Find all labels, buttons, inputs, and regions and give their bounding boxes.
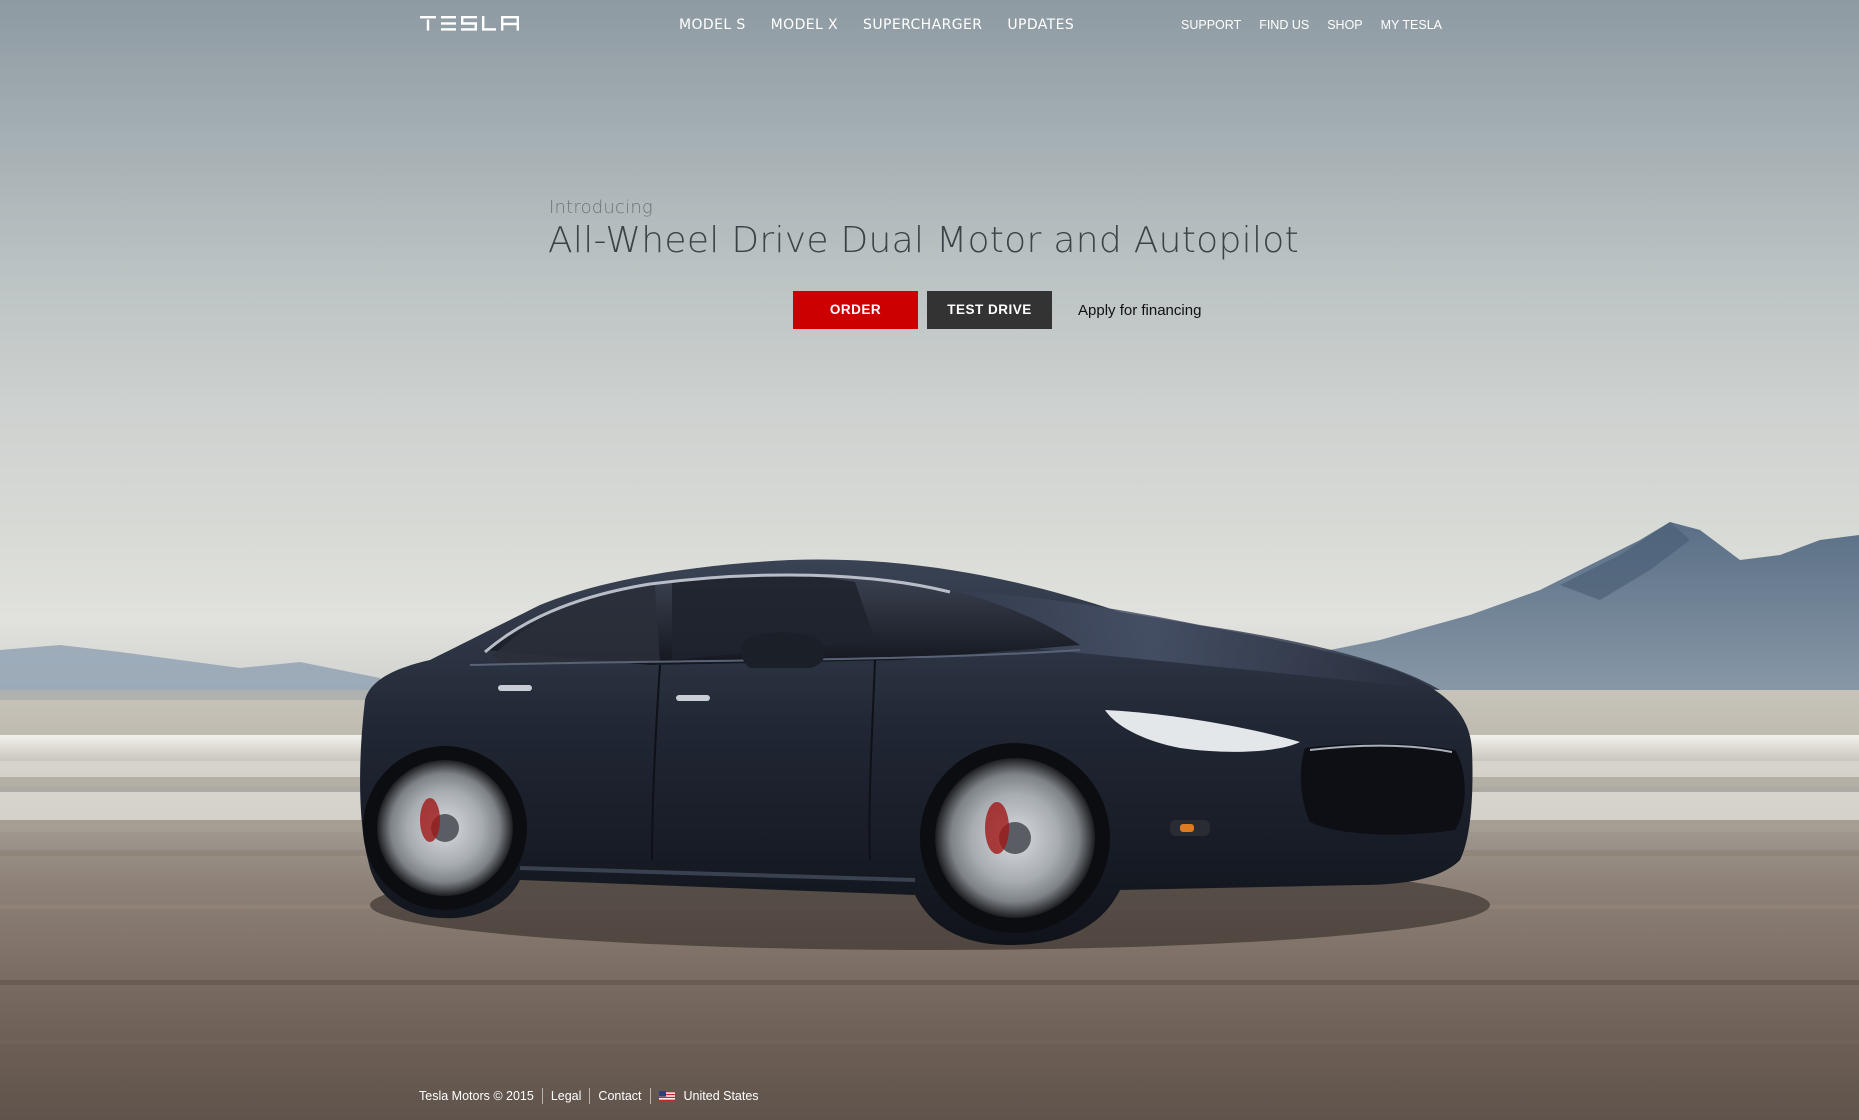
footer-divider	[541, 1088, 543, 1104]
hero-eyebrow: Introducing	[549, 197, 653, 218]
copyright-text: Tesla Motors © 2015	[419, 1089, 534, 1103]
footer-divider	[589, 1088, 591, 1104]
footer-divider	[649, 1088, 651, 1104]
hero-headline: All-Wheel Drive Dual Motor and Autopilot	[548, 220, 1300, 261]
hero-cta-group: ORDER TEST DRIVE Apply for financing	[793, 291, 1201, 329]
page: MODEL S MODEL X SUPERCHARGER UPDATES SUP…	[0, 0, 1859, 1120]
nav-support[interactable]: SUPPORT	[1181, 18, 1241, 32]
nav-shop[interactable]: SHOP	[1327, 18, 1362, 32]
us-flag-icon	[658, 1091, 675, 1101]
main-nav: MODEL S MODEL X SUPERCHARGER UPDATES	[679, 16, 1099, 34]
nav-supercharger[interactable]: SUPERCHARGER	[863, 16, 982, 34]
apply-financing-link[interactable]: Apply for financing	[1078, 302, 1201, 319]
nav-updates[interactable]: UPDATES	[1007, 16, 1074, 34]
region-label: United States	[683, 1089, 759, 1103]
site-footer: Tesla Motors © 2015 Legal Contact United…	[419, 1088, 759, 1104]
utility-nav: SUPPORT FIND US SHOP MY TESLA	[1181, 18, 1460, 32]
site-header: MODEL S MODEL X SUPERCHARGER UPDATES SUP…	[0, 0, 1859, 50]
order-button[interactable]: ORDER	[793, 291, 918, 329]
contact-link[interactable]: Contact	[598, 1089, 641, 1103]
tesla-logo[interactable]	[420, 14, 520, 34]
nav-model-x[interactable]: MODEL X	[771, 16, 838, 34]
hero-image-car	[0, 522, 1859, 1044]
region-selector[interactable]: United States	[658, 1089, 759, 1103]
nav-model-s[interactable]: MODEL S	[679, 16, 746, 34]
nav-find-us[interactable]: FIND US	[1259, 18, 1309, 32]
nav-my-tesla[interactable]: MY TESLA	[1381, 18, 1442, 32]
legal-link[interactable]: Legal	[551, 1089, 582, 1103]
test-drive-button[interactable]: TEST DRIVE	[927, 291, 1052, 329]
